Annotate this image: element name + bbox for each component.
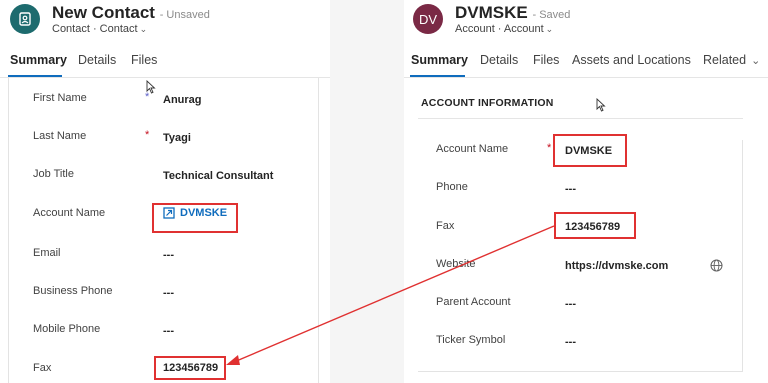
connector-arrow: [226, 225, 555, 365]
